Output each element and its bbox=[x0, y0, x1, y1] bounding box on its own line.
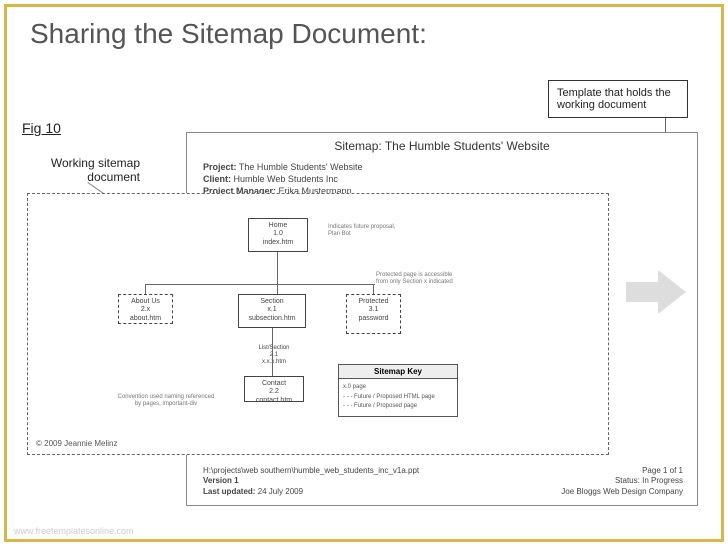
page-title: Sharing the Sitemap Document: bbox=[30, 18, 427, 50]
callout-working-doc: Working sitemap document bbox=[28, 150, 148, 190]
version-label: Version 1 bbox=[203, 476, 419, 486]
sitemap-key: Sitemap Key x.0 page - - - Future / Prop… bbox=[338, 364, 458, 417]
callout-template: Template that holds the working document bbox=[548, 80, 688, 118]
note-protected: Protected page is accessible from only S… bbox=[376, 272, 456, 286]
node-section: Sectionx.1subsection.htm bbox=[238, 294, 306, 328]
connector bbox=[145, 284, 146, 294]
node-about: About Us2.xabout.htm bbox=[118, 294, 173, 324]
watermark: www.freetemplatesonline.com bbox=[14, 526, 134, 536]
node-protected: Protected3.1password bbox=[346, 294, 401, 334]
status-label: Status: bbox=[615, 476, 640, 485]
note-future-proposal: Indicates future proposal, Plan Bot bbox=[328, 224, 408, 238]
file-path: H:\projects\web southern\humble_web_stud… bbox=[203, 466, 419, 476]
node-home: Home1.0index.htm bbox=[248, 218, 308, 252]
arrow-right-icon bbox=[658, 270, 686, 314]
connector bbox=[272, 328, 273, 376]
updated-label: Last updated: bbox=[203, 487, 255, 496]
connector bbox=[145, 284, 375, 285]
key-row: x.0 page bbox=[343, 383, 453, 393]
connector bbox=[277, 252, 278, 294]
footer-right: Page 1 of 1 Status: In Progress Joe Blog… bbox=[561, 466, 683, 497]
updated-value: 24 July 2009 bbox=[258, 487, 303, 496]
client-value: Humble Web Students Inc bbox=[234, 174, 338, 184]
project-value: The Humble Students' Website bbox=[239, 162, 363, 172]
figure-label: Fig 10 bbox=[22, 120, 61, 136]
status-value: In Progress bbox=[642, 476, 683, 485]
page-number: Page 1 of 1 bbox=[561, 466, 683, 476]
key-row: - - - Future / Proposed page bbox=[343, 402, 453, 412]
node-list: List/Section2.1x.x.x.htm bbox=[244, 342, 304, 370]
outer-document-template: Sitemap: The Humble Students' Website Pr… bbox=[186, 132, 698, 506]
client-label: Client: bbox=[203, 174, 231, 184]
company-name: Joe Bloggs Web Design Company bbox=[561, 487, 683, 497]
node-contact: Contact2.2contact.htm bbox=[244, 376, 304, 402]
note-convention: Convention used naming referenced by pag… bbox=[116, 394, 216, 408]
sitemap-key-title: Sitemap Key bbox=[339, 365, 457, 379]
outer-doc-title: Sitemap: The Humble Students' Website bbox=[187, 139, 697, 153]
inner-copyright: © 2009 Jeannie Melinz bbox=[36, 439, 118, 448]
footer-left: H:\projects\web southern\humble_web_stud… bbox=[203, 466, 419, 497]
project-label: Project: bbox=[203, 162, 237, 172]
key-row: - - - Future / Proposed HTML page bbox=[343, 393, 453, 403]
sitemap-key-body: x.0 page - - - Future / Proposed HTML pa… bbox=[339, 379, 457, 416]
inner-working-document: Home1.0index.htm About Us2.xabout.htm Se… bbox=[27, 193, 609, 455]
connector bbox=[373, 284, 374, 294]
